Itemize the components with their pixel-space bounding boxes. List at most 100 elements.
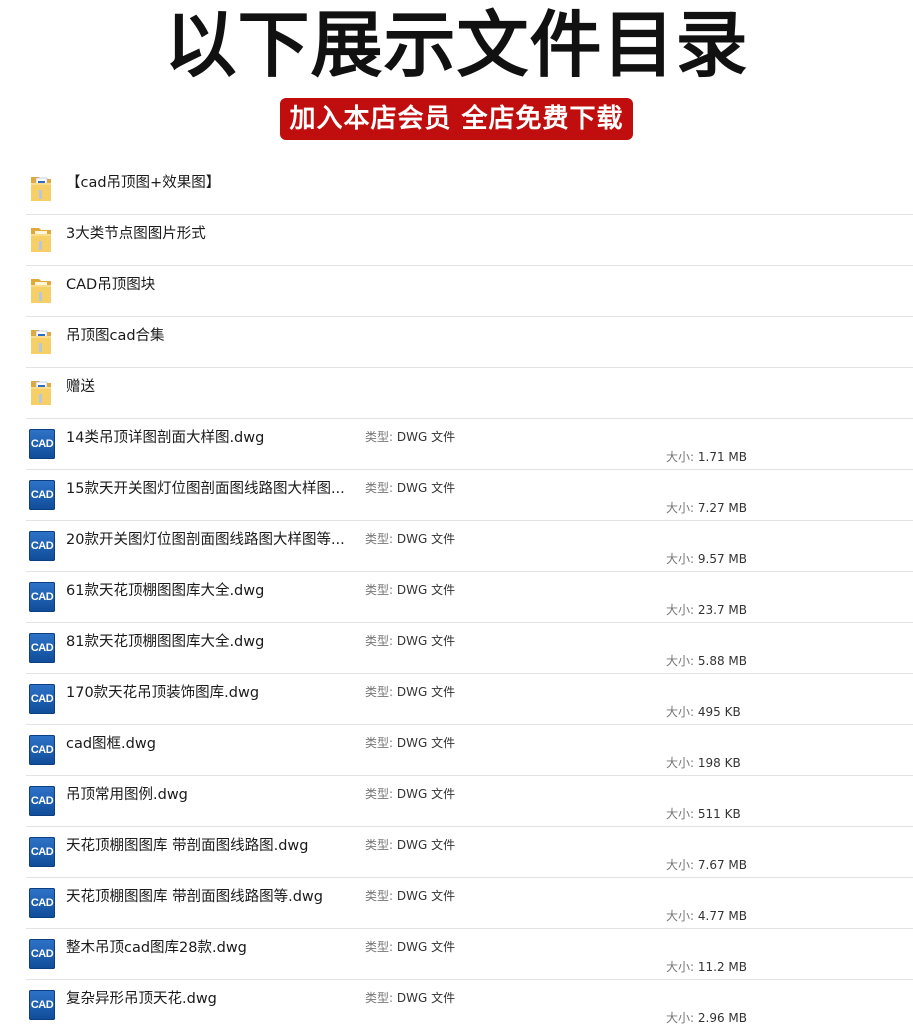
type-value: DWG 文件: [396, 736, 456, 750]
file-row[interactable]: CAD 20款开关图灯位图剖面图线路图大样图等... 类型: DWG 文件 大小: 9…: [26, 521, 913, 572]
type-label: 类型:: [365, 634, 394, 648]
file-row[interactable]: CAD 81款天花顶棚图图库大全.dwg 类型: DWG 文件 大小: 5.88 MB: [26, 623, 913, 674]
folder-row[interactable]: CAD吊顶图块: [26, 266, 913, 317]
file-list: 【cad吊顶图+效果图】 3大类节点图图片形式 CAD吊顶图块 吊顶图cad合集 赠送 C…: [26, 164, 913, 1030]
size-value: 1.71 MB: [697, 450, 747, 464]
folder-with-files-icon: [29, 326, 53, 356]
file-name: 20款开关图灯位图剖面图线路图大样图等...: [66, 532, 345, 548]
file-type: 类型: DWG 文件: [365, 785, 455, 802]
cad-icon-text: CAD: [30, 540, 54, 552]
file-row[interactable]: CAD 天花顶棚图图库 带剖面图线路图.dwg 类型: DWG 文件 大小: 7.67…: [26, 827, 913, 878]
file-size: 大小: 9.57 MB: [666, 550, 747, 567]
size-label: 大小:: [666, 858, 695, 872]
size-value: 495 KB: [697, 705, 741, 719]
size-value: 7.27 MB: [697, 501, 747, 515]
file-type: 类型: DWG 文件: [365, 428, 455, 445]
file-row[interactable]: CAD 14类吊顶详图剖面大样图.dwg 类型: DWG 文件大小: 1.71 MB: [26, 419, 913, 470]
file-size: 大小: 7.67 MB: [666, 856, 747, 873]
file-row[interactable]: CAD 15款天开关图灯位图剖面图线路图大样图... 类型: DWG 文件 大小: 7…: [26, 470, 913, 521]
file-size: 大小: 5.88 MB: [666, 652, 747, 669]
file-name: 170款天花吊顶装饰图库.dwg: [66, 685, 260, 701]
file-name: 吊顶常用图例.dwg: [66, 787, 188, 803]
type-value: DWG 文件: [396, 430, 456, 444]
size-label: 大小:: [666, 705, 695, 719]
cad-file-icon: CAD: [29, 531, 55, 561]
cad-file-icon: CAD: [29, 480, 55, 510]
size-label: 大小:: [666, 909, 695, 923]
file-size: 大小: 511 KB: [666, 805, 741, 822]
type-value: DWG 文件: [396, 583, 456, 597]
size-value: 4.77 MB: [697, 909, 747, 923]
page-title: 以下展示文件目录: [164, 3, 749, 87]
type-label: 类型:: [365, 583, 394, 597]
file-row[interactable]: CAD 170款天花吊顶装饰图库.dwg 类型: DWG 文件 大小: 495 KB: [26, 674, 913, 725]
cad-icon-text: CAD: [30, 948, 54, 960]
file-name: 15款天开关图灯位图剖面图线路图大样图...: [66, 481, 345, 497]
file-type: 类型: DWG 文件: [365, 989, 455, 1006]
size-label: 大小:: [666, 960, 695, 974]
folder-name: 【cad吊顶图+效果图】: [66, 175, 221, 191]
type-label: 类型:: [365, 532, 394, 546]
file-name: 61款天花顶棚图图库大全.dwg: [66, 583, 265, 599]
file-row[interactable]: CAD 复杂异形吊顶天花.dwg 类型: DWG 文件 大小: 2.96 MB: [26, 980, 913, 1030]
size-value: 2.96 MB: [697, 1011, 747, 1025]
cad-icon-text: CAD: [30, 438, 54, 450]
file-name: cad图框.dwg: [66, 736, 156, 752]
type-value: DWG 文件: [396, 634, 456, 648]
size-label: 大小:: [666, 603, 695, 617]
type-value: DWG 文件: [396, 991, 456, 1005]
file-row[interactable]: CAD 天花顶棚图图库 带剖面图线路图等.dwg 类型: DWG 文件大小: 4.7…: [26, 878, 913, 929]
cad-icon-text: CAD: [30, 642, 54, 654]
type-label: 类型:: [365, 481, 394, 495]
file-size: 大小: 198 KB: [666, 754, 741, 771]
size-label: 大小:: [666, 807, 695, 821]
cad-file-icon: CAD: [29, 633, 55, 663]
file-row[interactable]: CAD cad图框.dwg 类型: DWG 文件大小: 198 KB: [26, 725, 913, 776]
type-value: DWG 文件: [396, 838, 456, 852]
folder-row[interactable]: 【cad吊顶图+效果图】: [26, 164, 913, 215]
cad-file-icon: CAD: [29, 939, 55, 969]
file-row[interactable]: CAD 61款天花顶棚图图库大全.dwg 类型: DWG 文件大小: 23.7 MB: [26, 572, 913, 623]
promo-banner[interactable]: 加入本店会员 全店免费下载: [280, 98, 633, 140]
file-name: 整木吊顶cad图库28款.dwg: [66, 940, 247, 956]
type-label: 类型:: [365, 940, 394, 954]
cad-icon-text: CAD: [30, 744, 54, 756]
file-type: 类型: DWG 文件: [365, 734, 455, 751]
folder-with-files-icon: [29, 377, 53, 407]
size-value: 198 KB: [697, 756, 741, 770]
file-type: 类型: DWG 文件: [365, 938, 455, 955]
type-value: DWG 文件: [396, 481, 456, 495]
folder-name: 3大类节点图图片形式: [66, 226, 206, 242]
cad-file-icon: CAD: [29, 582, 55, 612]
file-type: 类型: DWG 文件: [365, 836, 455, 853]
size-label: 大小:: [666, 654, 695, 668]
cad-file-icon: CAD: [29, 990, 55, 1020]
file-size: 大小: 495 KB: [666, 703, 741, 720]
size-value: 9.57 MB: [697, 552, 747, 566]
file-row[interactable]: CAD 整木吊顶cad图库28款.dwg 类型: DWG 文件大小: 11.2 MB: [26, 929, 913, 980]
type-value: DWG 文件: [396, 787, 456, 801]
cad-file-icon: CAD: [29, 888, 55, 918]
folder-row[interactable]: 吊顶图cad合集: [26, 317, 913, 368]
size-value: 511 KB: [697, 807, 741, 821]
folder-icon: [29, 224, 53, 254]
cad-icon-text: CAD: [30, 693, 54, 705]
type-label: 类型:: [365, 889, 394, 903]
size-label: 大小:: [666, 450, 695, 464]
cad-file-icon: CAD: [29, 735, 55, 765]
file-type: 类型: DWG 文件: [365, 887, 455, 904]
file-name: 天花顶棚图图库 带剖面图线路图等.dwg: [66, 889, 323, 905]
size-label: 大小:: [666, 552, 695, 566]
type-label: 类型:: [365, 991, 394, 1005]
folder-row[interactable]: 赠送: [26, 368, 913, 419]
file-size: 大小: 1.71 MB: [666, 448, 747, 465]
file-size: 大小: 11.2 MB: [666, 958, 747, 975]
folder-row[interactable]: 3大类节点图图片形式: [26, 215, 913, 266]
folder-with-files-icon: [29, 173, 53, 203]
file-name: 天花顶棚图图库 带剖面图线路图.dwg: [66, 838, 309, 854]
type-label: 类型:: [365, 736, 394, 750]
type-value: DWG 文件: [396, 940, 456, 954]
file-size: 大小: 23.7 MB: [666, 601, 747, 618]
file-name: 14类吊顶详图剖面大样图.dwg: [66, 430, 265, 446]
file-row[interactable]: CAD 吊顶常用图例.dwg 类型: DWG 文件 大小: 511 KB: [26, 776, 913, 827]
